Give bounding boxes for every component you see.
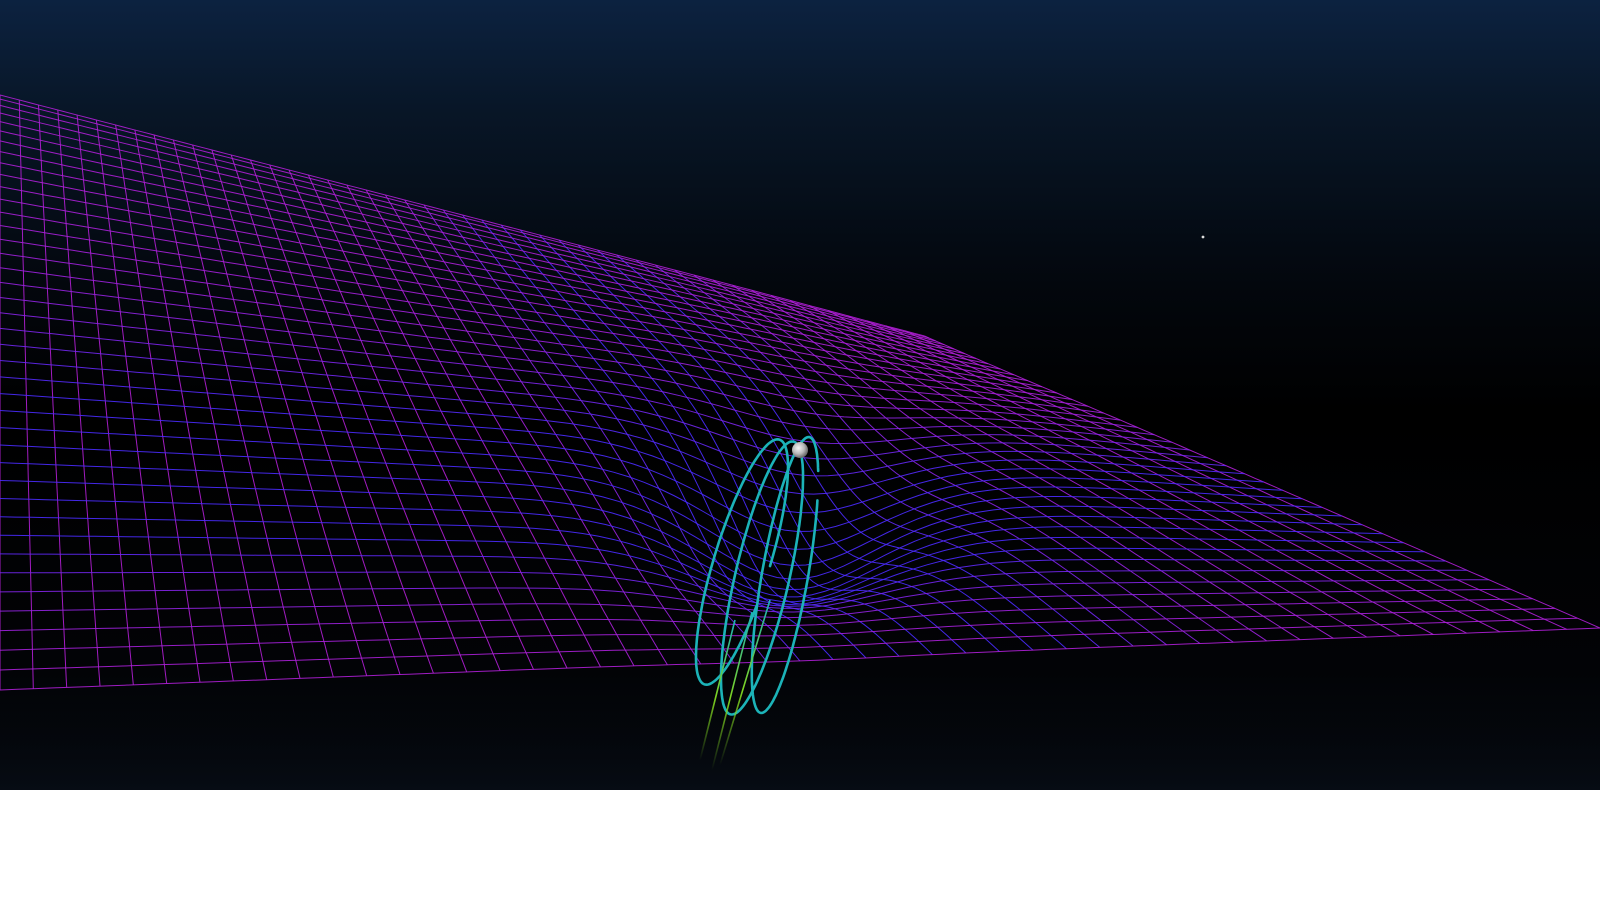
grid-line-u-35 [674, 269, 1167, 646]
grid-line-u-40 [770, 294, 1334, 639]
grid-line-v-15 [0, 252, 1104, 414]
scene-canvas[interactable] [0, 0, 1600, 790]
grid-line-v-2 [0, 104, 936, 342]
grid-line-u-8 [153, 134, 268, 680]
grid-line-v-16 [0, 267, 1121, 421]
spacetime-grid [0, 94, 1600, 691]
grid-line-u-18 [346, 184, 601, 668]
grid-line-u-34 [654, 264, 1134, 647]
grid-line-v-29 [0, 480, 1363, 591]
grid-line-u-7 [134, 129, 234, 682]
grid-line-v-40 [0, 627, 1600, 691]
grid-line-v-20 [0, 327, 1190, 451]
grid-line-v-1 [0, 98, 929, 339]
moon-body[interactable] [792, 442, 808, 458]
grid-line-u-6 [115, 124, 201, 683]
grid-line-u-26 [500, 224, 867, 659]
grid-line-u-11 [211, 149, 368, 676]
grid-line-v-13 [0, 225, 1073, 400]
grid-line-u-23 [442, 209, 768, 663]
grid-line-u-42 [809, 305, 1401, 637]
blank-panel [0, 790, 1600, 900]
grid-line-v-3 [0, 112, 945, 346]
simulation-viewport[interactable] [0, 0, 1600, 790]
grid-line-v-7 [0, 151, 989, 365]
distant-star [1201, 235, 1205, 239]
grid-line-v-10 [0, 186, 1028, 382]
grid-line-v-19 [0, 312, 1172, 443]
grid-line-u-36 [693, 274, 1201, 644]
grid-line-u-13 [250, 159, 434, 674]
grid-line-u-14 [269, 164, 468, 673]
foreground-fade [0, 690, 1600, 790]
grid-line-u-5 [95, 119, 168, 684]
grid-line-v-33 [0, 553, 1446, 607]
grid-line-v-26 [0, 427, 1303, 550]
grid-line-u-1 [18, 100, 34, 689]
grid-line-v-27 [0, 444, 1323, 567]
